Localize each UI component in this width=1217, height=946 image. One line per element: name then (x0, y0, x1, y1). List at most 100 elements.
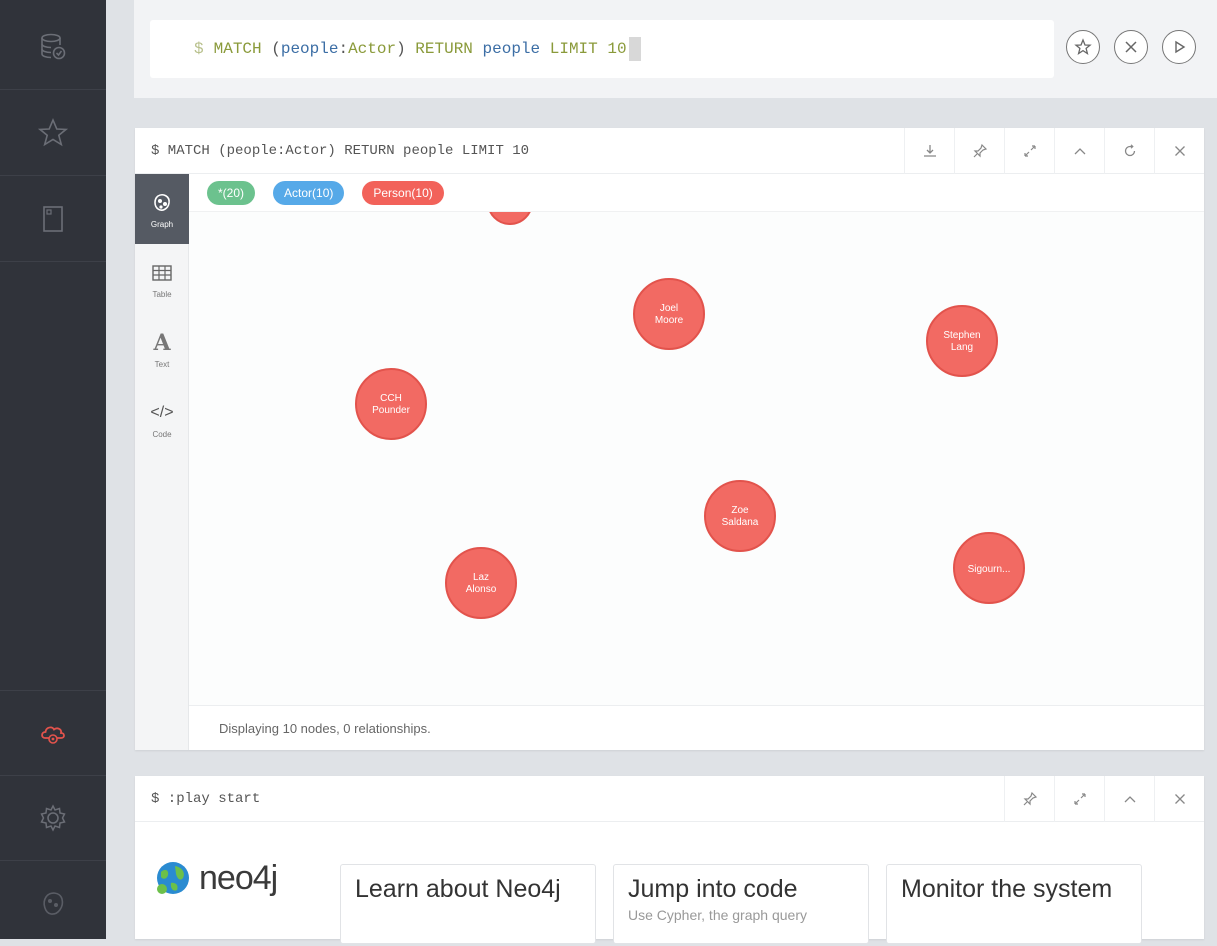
query-limit-value: 10 (607, 40, 627, 58)
graph-node-label-line1: Zoe (731, 505, 749, 516)
download-button[interactable] (904, 128, 954, 174)
monitor-card[interactable]: Monitor the system (886, 864, 1142, 944)
graph-canvas[interactable]: Joel Moore Stephen Lang CCH Pounder Zoe … (189, 212, 1204, 705)
pin-icon (973, 143, 987, 158)
graph-node-label-line2: Pounder (372, 405, 410, 416)
query-paren-close: ) (396, 40, 406, 58)
graph-icon (151, 190, 173, 216)
graph-node[interactable]: Stephen Lang (926, 305, 998, 377)
sidebar-settings-button[interactable] (0, 776, 106, 861)
sidebar-about-button[interactable] (0, 862, 106, 946)
sidebar (0, 0, 106, 939)
graph-node[interactable]: Joel Moore (633, 278, 705, 350)
graph-node-partial[interactable] (488, 212, 532, 225)
view-tabs: Graph Table A Text </> Code (135, 174, 189, 750)
pin-icon (1023, 791, 1037, 806)
query-return-variable: people (482, 40, 541, 58)
expand-icon (1023, 145, 1036, 157)
graph-node[interactable]: Zoe Saldana (704, 480, 776, 552)
graph-node-label-line1: Joel (660, 303, 678, 314)
expand-icon (1073, 793, 1086, 805)
result-frame: $ MATCH (people:Actor) RETURN people LIM… (135, 128, 1204, 750)
document-icon (43, 206, 63, 232)
neo4j-mark-icon (43, 892, 64, 915)
clear-query-button[interactable] (1114, 30, 1148, 64)
code-icon: </> (150, 403, 174, 421)
label-pill-person[interactable]: Person(10) (362, 180, 444, 205)
result-status: Displaying 10 nodes, 0 relationships. (189, 705, 1204, 750)
graph-node-label-line1: CCH (380, 393, 402, 404)
collapse-button[interactable] (1104, 776, 1154, 822)
query-variable: people (280, 40, 339, 58)
pin-button[interactable] (954, 128, 1004, 174)
tab-text[interactable]: A Text (135, 314, 189, 384)
learn-card-title: Learn about Neo4j (355, 875, 561, 903)
tab-table[interactable]: Table (135, 244, 189, 314)
tab-code-label: Code (152, 429, 172, 439)
close-frame-button[interactable] (1154, 128, 1204, 174)
neo4j-logo: neo4j (153, 858, 278, 898)
table-icon (151, 260, 173, 286)
sidebar-favorites-button[interactable] (0, 91, 106, 176)
download-icon (923, 145, 936, 157)
sidebar-database-button[interactable] (0, 5, 106, 90)
sidebar-documents-button[interactable] (0, 177, 106, 262)
neo4j-wordmark: neo4j (199, 858, 278, 897)
star-icon (37, 117, 69, 147)
neo4j-globe-icon (157, 862, 189, 894)
close-icon (1174, 146, 1185, 156)
collapse-button[interactable] (1054, 128, 1104, 174)
graph-node-label-line2: Moore (655, 315, 684, 326)
graph-node[interactable]: CCH Pounder (355, 368, 427, 440)
tab-code[interactable]: </> Code (135, 384, 189, 454)
play-frame-header: $ :play start (135, 776, 1204, 822)
star-icon (1074, 38, 1092, 55)
play-start-frame: $ :play start neo4j Learn about Neo4j Ju… (135, 776, 1204, 944)
graph-node-label-line1: Stephen (943, 330, 980, 341)
graph-node-label-line2: Alonso (466, 584, 497, 595)
chevron-up-icon (1074, 148, 1085, 155)
label-pill-all[interactable]: *(20) (207, 180, 256, 205)
database-icon (41, 33, 66, 60)
jump-into-code-card[interactable]: Jump into code Use Cypher, the graph que… (613, 864, 869, 944)
editor-prompt: $ (194, 40, 204, 58)
close-icon (1125, 41, 1137, 53)
run-query-button[interactable] (1162, 30, 1196, 64)
fullscreen-button[interactable] (1054, 776, 1104, 822)
rerun-button[interactable] (1104, 128, 1154, 174)
refresh-icon (1124, 144, 1135, 157)
label-pill-actor[interactable]: Actor(10) (273, 180, 345, 205)
cloud-icon (41, 726, 65, 744)
tab-text-label: Text (154, 359, 170, 369)
play-frame-title[interactable]: $ :play start (151, 791, 260, 807)
tab-table-label: Table (152, 289, 172, 299)
jump-card-desc: Use Cypher, the graph query (628, 907, 807, 923)
query-colon: : (338, 40, 349, 58)
query-editor-input[interactable]: $ MATCH (people: Actor) RETURN people LIM… (150, 20, 1054, 78)
sidebar-cloud-button[interactable] (0, 690, 106, 776)
graph-node-label-line1: Sigourn... (968, 564, 1011, 575)
labels-bar: *(20) Actor(10) Person(10) (189, 174, 1204, 212)
close-frame-button[interactable] (1154, 776, 1204, 822)
fullscreen-button[interactable] (1004, 128, 1054, 174)
graph-node-label-line1: Laz (473, 572, 489, 583)
editor-bar: $ MATCH (people: Actor) RETURN people LIM… (106, 0, 1217, 98)
graph-node[interactable]: Laz Alonso (445, 547, 517, 619)
graph-node[interactable]: Sigourn... (953, 532, 1025, 604)
learn-card[interactable]: Learn about Neo4j (340, 864, 596, 944)
query-keyword-return: RETURN (415, 40, 473, 58)
query-label: Actor (348, 40, 397, 58)
monitor-card-title: Monitor the system (901, 875, 1113, 903)
close-icon (1174, 794, 1185, 804)
query-keyword-match: MATCH (213, 40, 262, 58)
jump-card-title: Jump into code (628, 875, 798, 903)
result-frame-title[interactable]: $ MATCH (people:Actor) RETURN people LIM… (151, 143, 529, 159)
favorite-query-button[interactable] (1066, 30, 1100, 64)
query-paren-open: ( (271, 40, 281, 58)
graph-node-label-line2: Lang (951, 342, 973, 353)
pin-button[interactable] (1004, 776, 1054, 822)
graph-node-label-line2: Saldana (722, 517, 759, 528)
text-icon: A (153, 329, 171, 356)
result-frame-header: $ MATCH (people:Actor) RETURN people LIM… (135, 128, 1204, 174)
tab-graph[interactable]: Graph (135, 174, 189, 244)
